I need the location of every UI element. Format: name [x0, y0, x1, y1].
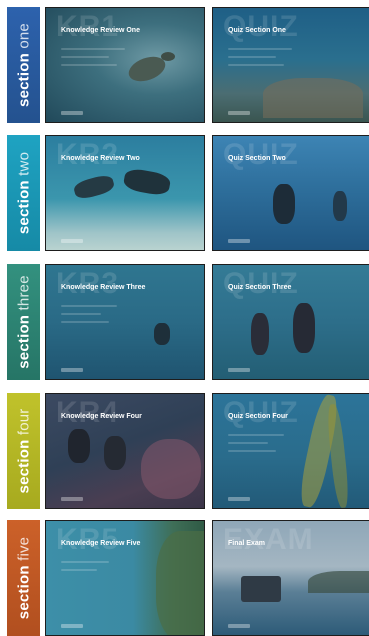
start-button[interactable] [228, 239, 250, 243]
card-title: Quiz Section Three [228, 284, 292, 291]
card-title: Quiz Section Two [228, 155, 286, 162]
section-number: five [15, 536, 32, 561]
start-button[interactable] [61, 111, 83, 115]
knowledge-review-card[interactable]: KR2 Knowledge Review Two [45, 135, 205, 251]
card-title: Knowledge Review One [61, 27, 140, 34]
section-tab-4[interactable]: section four [7, 393, 40, 509]
card-title: Knowledge Review Four [61, 413, 142, 420]
quiz-card[interactable]: QUIZ Quiz Section Two [212, 135, 369, 251]
section-tab-3[interactable]: section three [7, 264, 40, 380]
section-row-1: section one KR1 Knowledge Review One QUI… [0, 7, 369, 123]
start-button[interactable] [228, 624, 250, 628]
quiz-card[interactable]: QUIZ Quiz Section Three [212, 264, 369, 380]
quiz-card[interactable]: QUIZ Quiz Section Four [212, 393, 369, 509]
section-label: section [15, 439, 32, 494]
section-number: four [15, 408, 32, 436]
quiz-card[interactable]: QUIZ Quiz Section One [212, 7, 369, 123]
section-label: section [15, 565, 32, 620]
card-title: Final Exam [228, 540, 265, 547]
start-button[interactable] [228, 497, 250, 501]
card-title: Quiz Section One [228, 27, 286, 34]
section-row-4: section four KR4 Knowledge Review Four Q… [0, 393, 369, 509]
section-number: two [15, 151, 32, 176]
start-button[interactable] [228, 111, 250, 115]
start-button[interactable] [61, 368, 83, 372]
final-exam-card[interactable]: EXAM Final Exam [212, 520, 369, 636]
dive-boat-icon [241, 576, 281, 602]
knowledge-review-card[interactable]: KR3 Knowledge Review Three [45, 264, 205, 380]
start-button[interactable] [61, 239, 83, 243]
section-label: section [15, 314, 32, 369]
card-title: Knowledge Review Five [61, 540, 141, 547]
section-tab-1[interactable]: section one [7, 7, 40, 123]
section-row-3: section three KR3 Knowledge Review Three… [0, 264, 369, 380]
section-label: section [15, 180, 32, 235]
section-row-2: section two KR2 Knowledge Review Two QUI… [0, 135, 369, 251]
section-number: three [15, 275, 32, 311]
section-tab-2[interactable]: section two [7, 135, 40, 251]
knowledge-review-card[interactable]: KR1 Knowledge Review One [45, 7, 205, 123]
section-label: section [15, 53, 32, 107]
section-row-5: section five KR5 Knowledge Review Five E… [0, 520, 369, 636]
knowledge-review-card[interactable]: KR5 Knowledge Review Five [45, 520, 205, 636]
card-title: Knowledge Review Two [61, 155, 140, 162]
card-title: Quiz Section Four [228, 413, 288, 420]
section-number: one [15, 23, 32, 49]
section-tab-5[interactable]: section five [7, 520, 40, 636]
card-title: Knowledge Review Three [61, 284, 146, 291]
start-button[interactable] [228, 368, 250, 372]
start-button[interactable] [61, 497, 83, 501]
knowledge-review-card[interactable]: KR4 Knowledge Review Four [45, 393, 205, 509]
start-button[interactable] [61, 624, 83, 628]
